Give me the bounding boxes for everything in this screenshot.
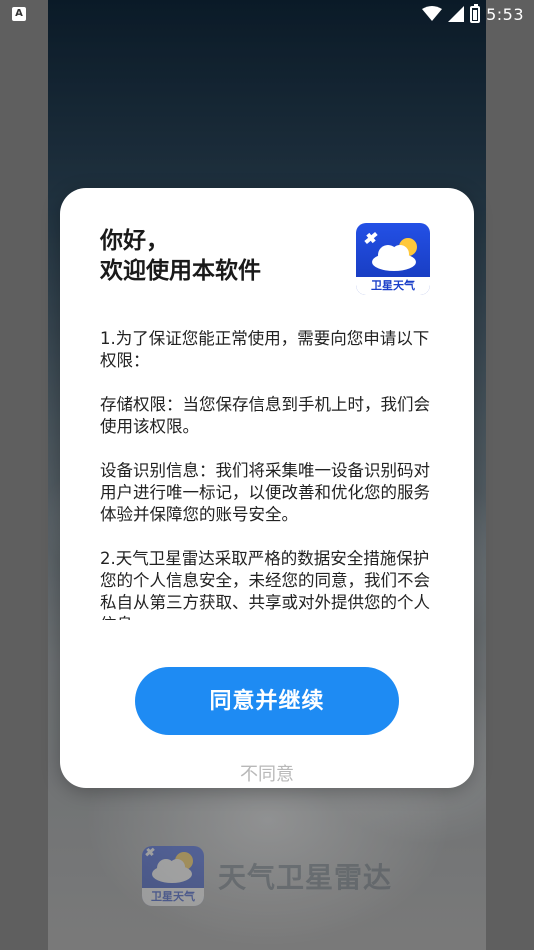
privacy-paragraph: 1.为了保证您能正常使用，需要向您申请以下权限： [100, 329, 430, 370]
wifi-icon [422, 6, 443, 21]
battery-icon [470, 3, 481, 23]
privacy-text-scroll[interactable]: 1.为了保证您能正常使用，需要向您申请以下权限： 存储权限：当您保存信息到手机上… [100, 328, 440, 620]
status-bar: A 5:53 [0, 0, 534, 28]
privacy-dialog: 你好， 欢迎使用本软件 卫星天气 1.为了保证您能正常使用，需要向您申请以下权限… [60, 188, 474, 788]
screen: 卫星天气 天气卫星雷达 A 5:53 你好， 欢迎使用本软件 卫星天气 1.为了… [0, 0, 534, 950]
privacy-paragraph: 设备识别信息：我们将采集唯一设备识别码对用户进行唯一标记，以便改善和优化您的服务… [100, 461, 430, 524]
privacy-paragraph: 2.天气卫星雷达采取严格的数据安全措施保护您的个人信息安全，未经您的同意，我们不… [100, 549, 430, 620]
app-logo: 卫星天气 [356, 223, 430, 295]
status-time: 5:53 [486, 4, 524, 24]
cellular-signal-icon [448, 6, 465, 22]
disagree-button[interactable]: 不同意 [60, 762, 474, 788]
app-logo-caption: 卫星天气 [356, 277, 430, 295]
satellite-icon [364, 231, 378, 245]
privacy-paragraph: 存储权限：当您保存信息到手机上时，我们会使用该权限。 [100, 395, 430, 436]
notification-icon: A [12, 7, 26, 21]
agree-and-continue-button[interactable]: 同意并继续 [135, 667, 399, 735]
